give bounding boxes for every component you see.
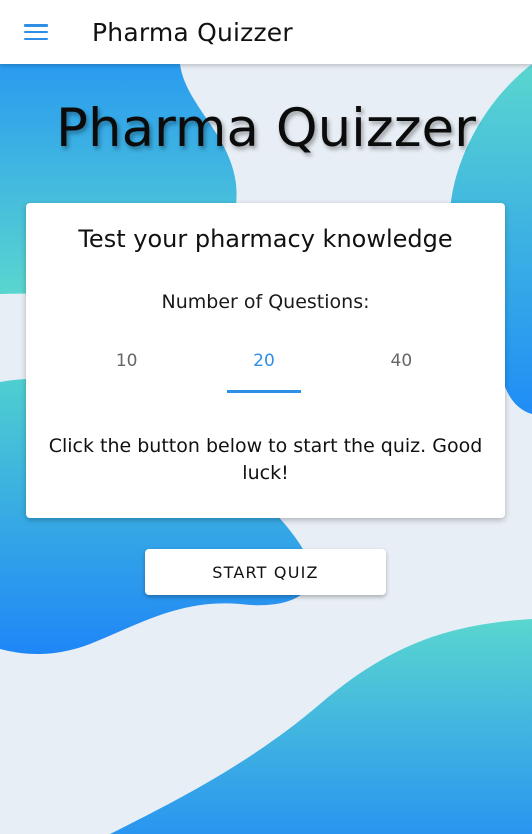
hero-title: Pharma Quizzer	[56, 98, 476, 159]
app-root: Pharma Quizzer Pharma Quizzer Test your …	[0, 0, 532, 834]
question-count-tabs: 10 20 40	[58, 339, 470, 393]
quiz-instructions: Click the button below to start the quiz…	[48, 435, 483, 484]
hamburger-menu-icon[interactable]	[24, 22, 48, 42]
tab-10-questions[interactable]: 10	[58, 339, 195, 393]
quiz-settings-card: Test your pharmacy knowledge Number of Q…	[26, 203, 505, 518]
tab-40-questions[interactable]: 40	[333, 339, 470, 393]
app-bar-title: Pharma Quizzer	[92, 17, 293, 47]
app-bar: Pharma Quizzer	[0, 0, 532, 64]
tab-20-questions[interactable]: 20	[195, 339, 332, 393]
blob-bottom-right	[110, 619, 532, 834]
question-count-label: Number of Questions:	[161, 291, 370, 313]
card-heading: Test your pharmacy knowledge	[78, 225, 453, 253]
start-quiz-button[interactable]: START QUIZ	[145, 549, 386, 595]
